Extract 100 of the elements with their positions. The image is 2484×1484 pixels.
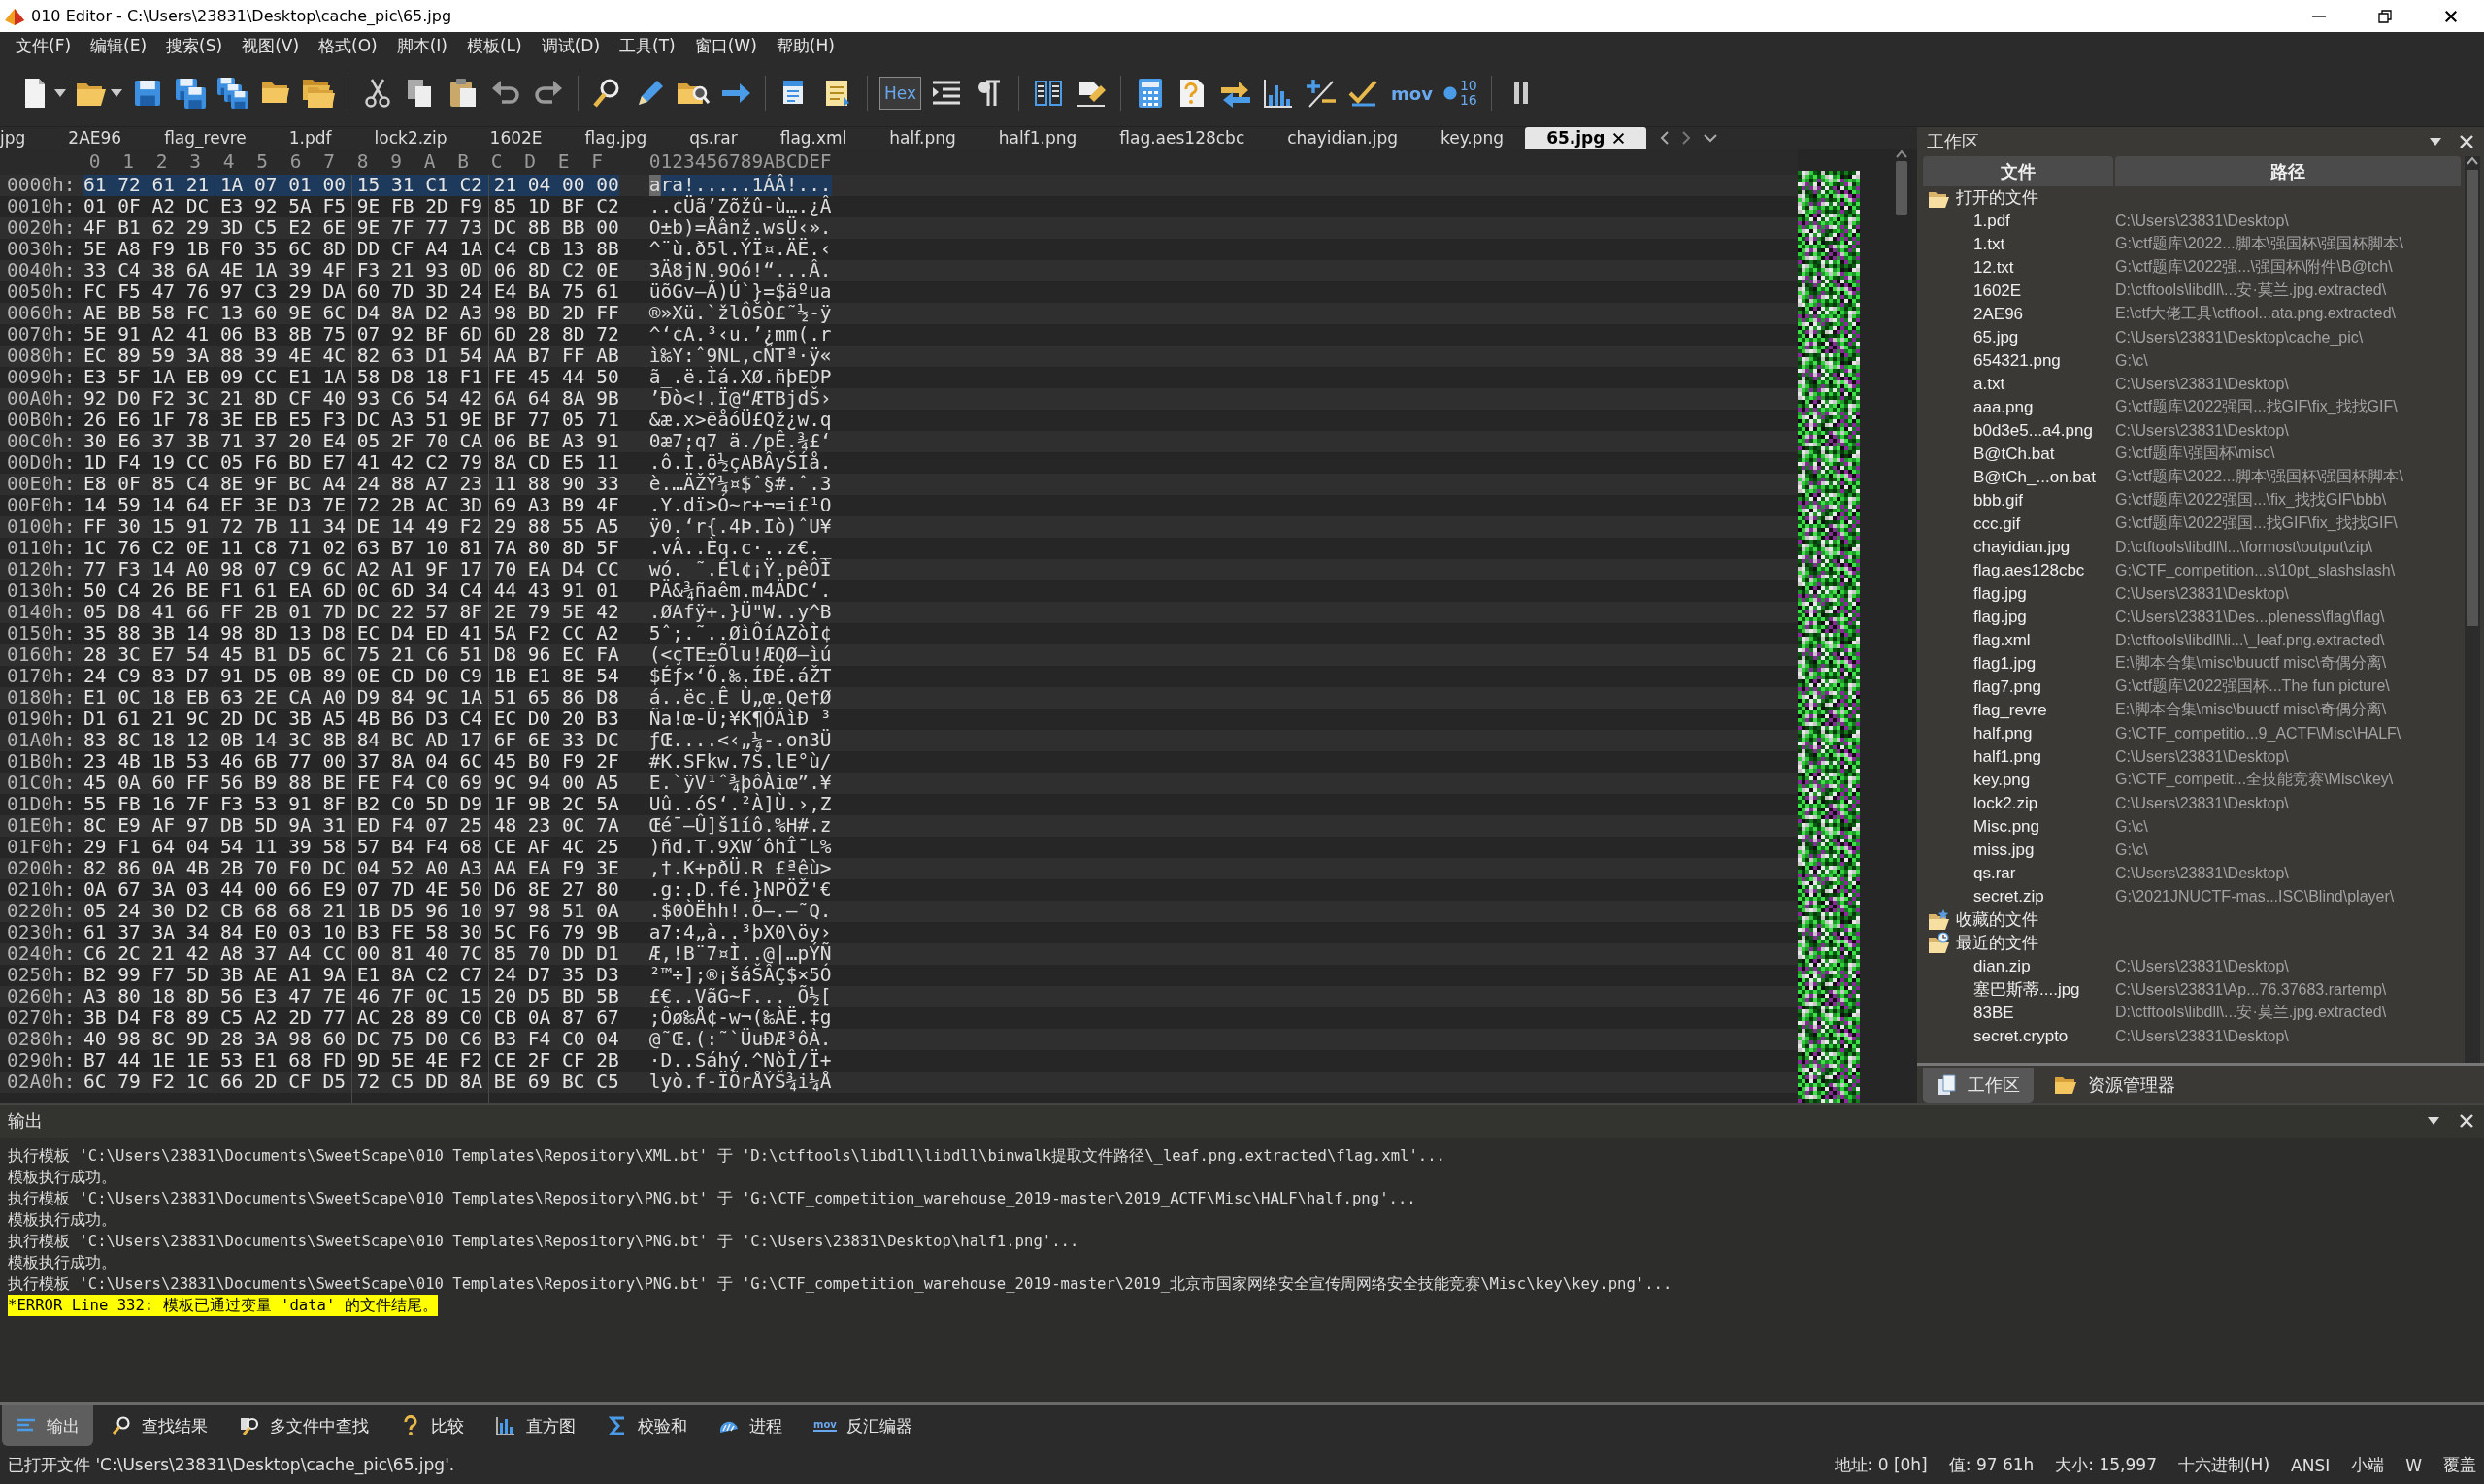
ascii-text[interactable]: E.`ÿV¹ˆ¾þôÀiœ”.¥	[648, 772, 832, 794]
hex-bytes[interactable]: 05 D8 41 66 FF 2B 01 7D DC 22 57 8F 2E 79 5E 42	[83, 601, 619, 623]
file-tab[interactable]: 2AE96	[47, 126, 144, 149]
menu-item[interactable]: 格式(O)	[309, 32, 387, 61]
file-name[interactable]: 1.pdf	[1923, 211, 2115, 231]
hex-bytes[interactable]: 30 E6 37 3B 71 37 20 E4 05 2F 70 CA 06 BE A3 91	[83, 430, 619, 452]
panel-close-icon[interactable]	[2459, 133, 2474, 149]
ascii-text[interactable]: lyò.f-ÏÕrÅÝŠ¾i¼Å	[648, 1071, 832, 1093]
panel-close-icon[interactable]	[2459, 1112, 2474, 1129]
ascii-text[interactable]: ƒŒ....<‹„¼-.on3Ü	[648, 729, 832, 751]
file-name[interactable]: lock2.zip	[1923, 793, 2115, 813]
file-tab[interactable]: key.png	[1419, 126, 1526, 149]
file-name[interactable]: flag.jpg	[1923, 607, 2115, 627]
ascii-text[interactable]: ’Ðò<!.Ï@“ÆTBjdŠ›	[648, 387, 832, 410]
ascii-text[interactable]: Ña!œ-Ü;¥K¶ÓÄìÐ ³	[648, 708, 832, 730]
hex-bytes[interactable]: E3 5F 1A EB 09 CC E1 1A 58 D8 18 F1 FE 45 44 50	[83, 366, 619, 388]
file-name[interactable]: flag7.png	[1923, 676, 2115, 697]
hex-bytes[interactable]: 14 59 14 64 EF 3E D3 7E 72 2B AC 3D 69 A3 B9 4F	[83, 494, 619, 516]
column-header[interactable]: 路径	[2115, 155, 2461, 186]
ascii-text[interactable]: &æ.x>ëåóÜ£Qž¿w.q	[648, 409, 832, 431]
ascii-text[interactable]: ara!.....1ÁÂ!...	[648, 174, 832, 196]
panel-tab[interactable]: 输出	[2, 1405, 93, 1447]
file-tab[interactable]: 1602E	[468, 126, 564, 149]
file-name[interactable]: qs.rar	[1923, 863, 2115, 883]
hex-bytes[interactable]: E1 0C 18 EB 63 2E CA A0 D9 84 9C 1A 51 65 86 D8	[83, 686, 619, 709]
file-name[interactable]: B@tCh.bat	[1923, 444, 2115, 464]
panel-tab[interactable]: 资源管理器	[2039, 1067, 2189, 1103]
hex-bytes[interactable]: D1 61 21 9C 2D DC 3B A5 4B B6 D3 C4 EC D0 20 B3	[83, 708, 619, 730]
tab-close-icon[interactable]	[1612, 131, 1626, 145]
panel-tab[interactable]: 校验和	[593, 1405, 701, 1447]
ascii-text[interactable]: ;Ôø‰Å¢-w¬(‰ÀË.‡g	[648, 1006, 832, 1029]
ascii-text[interactable]: .Y.dï>Ó~r+¬=i£¹O	[648, 494, 832, 516]
chevron-left-icon[interactable]	[1660, 130, 1671, 147]
hex-bytes[interactable]: 0A 67 3A 03 44 00 66 E9 07 7D 4E 50 D6 8E 27 80	[83, 878, 619, 901]
hex-bytes[interactable]: 55 FB 16 7F F3 53 91 8F B2 C0 5D D9 1F 9B 2C 5A	[83, 793, 619, 815]
file-tab[interactable]: 65.jpg	[1525, 126, 1647, 149]
hex-bytes[interactable]: 26 E6 1F 78 3E EB E5 F3 DC A3 51 9E BF 77 05 71	[83, 409, 619, 431]
ascii-text[interactable]: PÄ&¾ñaêm.m4ÄDC‘.	[648, 579, 832, 602]
ascii-text[interactable]: á..ëc.Ê Ù„œ.Qe†Ø	[648, 686, 832, 709]
panel-tab[interactable]: 多文件中查找	[225, 1405, 382, 1447]
tree-group-label[interactable]: 收藏的文件	[1956, 908, 2038, 932]
hex-bytes[interactable]: B2 99 F7 5D 3B AE A1 9A E1 8A C2 C7 24 D7 35 D3	[83, 964, 619, 986]
panel-tab[interactable]: mov 反汇编器	[800, 1405, 926, 1447]
file-name[interactable]: a.txt	[1923, 374, 2115, 394]
hex-bytes[interactable]: FC F5 47 76 97 C3 29 DA 60 7D 3D 24 E4 BA 75 61	[83, 280, 619, 303]
file-name[interactable]: 65.jpg	[1923, 327, 2115, 347]
ascii-text[interactable]: wó. ˜.Él¢¡Ÿ.pêÔÌ	[648, 558, 832, 580]
file-name[interactable]: 塞巴斯蒂....jpg	[1923, 978, 2115, 1002]
hex-bytes[interactable]: EC 89 59 3A 88 39 4E 4C 82 63 D1 54 AA B7 FF AB	[83, 345, 619, 367]
hex-bytes[interactable]: AE BB 58 FC 13 60 9E 6C D4 8A D2 A3 98 BD 2D FF	[83, 302, 619, 324]
hex-bytes[interactable]: 35 88 3B 14 98 8D 13 D8 EC D4 ED 41 5A F2 CC A2	[83, 622, 619, 644]
scrollbar-thumb[interactable]	[1896, 160, 1907, 215]
hex-bytes[interactable]: 24 C9 83 D7 91 D5 0B 89 0E CD D0 C9 1B E1 8E 54	[83, 665, 619, 687]
hex-bytes[interactable]: 5E A8 F9 1B F0 35 6C 8D DD CF A4 1A C4 CB 13 8B	[83, 238, 619, 260]
ascii-text[interactable]: ã_.ë.Ìá.XØ.ñþEDP	[648, 366, 832, 388]
hex-bytes[interactable]: 28 3C E7 54 45 B1 D5 6C 75 21 C6 51 D8 96 EC FA	[83, 643, 619, 666]
scroll-up-icon[interactable]	[1896, 148, 1907, 159]
panel-tab[interactable]: 比较	[386, 1405, 478, 1447]
file-name[interactable]: flag.xml	[1923, 630, 2115, 650]
ascii-text[interactable]: ^‘¢A.³‹u.’¿mm(.r	[648, 323, 832, 346]
ascii-text[interactable]: #K.SFkw.7Š.lE°ù/	[648, 750, 832, 773]
file-tab[interactable]: flag.aes128cbc	[1098, 126, 1267, 149]
hex-bytes[interactable]: 77 F3 14 A0 98 07 C9 6C A2 A1 9F 17 70 EA D4 CC	[83, 558, 619, 580]
ascii-text[interactable]: ^¨ù.ð5l.ÝÏ¤.ÄË.‹	[648, 238, 832, 260]
hex-bytes[interactable]: 01 0F A2 DC E3 92 5A F5 9E FB 2D F9 85 1D BF C2	[83, 195, 619, 217]
file-tab[interactable]: flag.xml	[758, 126, 869, 149]
chevron-down-icon[interactable]	[1703, 133, 1719, 144]
hex-bytes[interactable]: 23 4B 1B 53 46 6B 77 00 37 8A 04 6C 45 B0 F9 2F	[83, 750, 619, 773]
save-all-icon[interactable]	[215, 76, 250, 112]
hex-bytes[interactable]: 40 98 8C 9D 28 3A 98 60 DC 75 D0 C6 B3 F4 C0 04	[83, 1028, 619, 1050]
hex-bytes[interactable]: 92 D0 F2 3C 21 8D CF 40 93 C6 54 42 6A 64 8A 9B	[83, 387, 619, 410]
file-tab[interactable]: qs.rar	[668, 126, 759, 149]
tree-group-label[interactable]: 最近的文件	[1956, 932, 2038, 955]
file-tab[interactable]: 1.pdf	[267, 126, 353, 149]
file-name[interactable]: secret.crypto	[1923, 1026, 2115, 1046]
hex-bytes[interactable]: 6C 79 F2 1C 66 2D CF D5 72 C5 DD 8A BE 69 BC C5	[83, 1071, 619, 1093]
ascii-text[interactable]: a7:4„à..³þX0\öy›	[648, 921, 832, 943]
ascii-text[interactable]: .$0ÒËhh!.Õ–.—˜Q.	[648, 900, 832, 922]
dropdown-caret-icon[interactable]	[54, 89, 66, 98]
file-name[interactable]: 12.txt	[1923, 257, 2115, 278]
file-name[interactable]: secret.zip	[1923, 886, 2115, 907]
file-name[interactable]: b0d3e5...a4.png	[1923, 420, 2115, 441]
menu-item[interactable]: 帮助(H)	[766, 32, 845, 61]
dropdown-caret-icon[interactable]	[111, 89, 122, 98]
panel-menu-caret-icon[interactable]	[2430, 137, 2441, 146]
panel-tab[interactable]: 直方图	[481, 1405, 589, 1447]
save-as-icon[interactable]	[173, 76, 208, 112]
ascii-text[interactable]: ..¢Üã’Zõžû-ù….¿Â	[648, 195, 832, 217]
menu-item[interactable]: 调试(D)	[531, 32, 611, 61]
ascii-text[interactable]: @˜Œ.(:˜`ÜuÐÆ³ôÀ.	[648, 1028, 832, 1050]
menu-item[interactable]: 搜索(S)	[156, 32, 233, 61]
column-header[interactable]: 文件	[1923, 155, 2113, 186]
file-tab[interactable]: half.png	[868, 126, 977, 149]
ascii-text[interactable]: (<çTE±Õlu!ÆQØ–ìú	[648, 643, 832, 666]
file-name[interactable]: 1.txt	[1923, 234, 2115, 254]
file-name[interactable]: flag_revre	[1923, 700, 2115, 720]
ascii-text[interactable]: Œé¯—Û]š1íô.%H#.z	[648, 814, 832, 837]
ascii-text[interactable]: )ñd.T.9XW´ôhÎ¯L%	[648, 836, 832, 858]
file-name[interactable]: key.png	[1923, 770, 2115, 790]
file-name[interactable]: aaa.png	[1923, 397, 2115, 417]
